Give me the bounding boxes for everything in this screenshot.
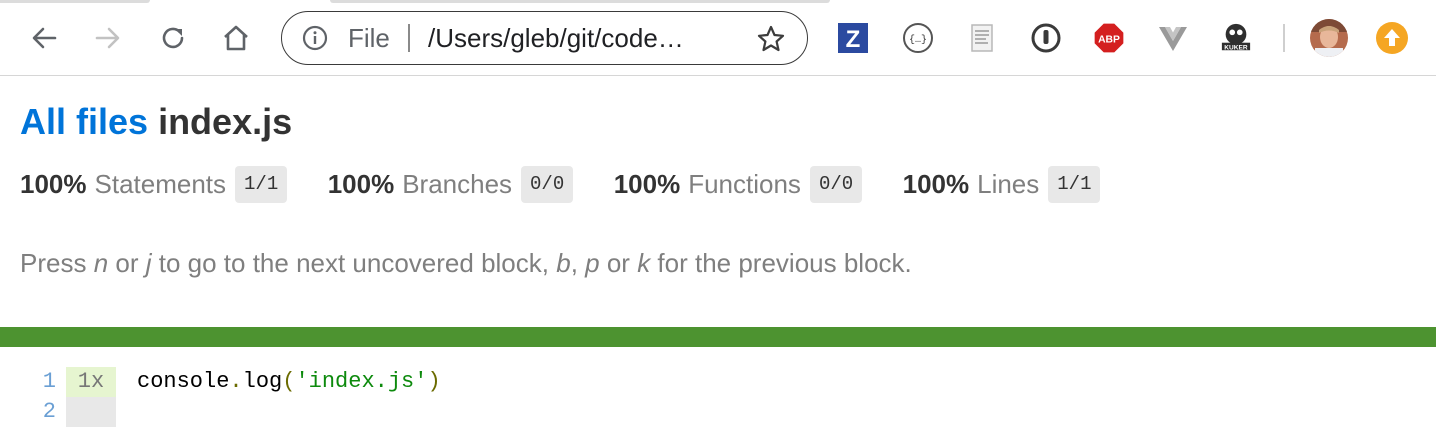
tab-strip-active [330, 0, 830, 3]
line-number[interactable]: 2 [26, 397, 56, 427]
reload-icon [162, 27, 184, 49]
branches-stat: 100% Branches 0/0 [328, 166, 574, 203]
info-icon[interactable] [302, 25, 328, 51]
home-icon [224, 25, 248, 51]
password-manager-icon [1031, 23, 1061, 53]
code-line: 2 [0, 397, 1436, 427]
functions-stat: 100% Functions 0/0 [613, 166, 863, 203]
kuker-extension-button[interactable]: KUKER [1220, 22, 1252, 54]
svg-text:Z: Z [846, 26, 861, 53]
kuker-icon: KUKER [1221, 23, 1251, 51]
stat-label: Branches [402, 169, 513, 199]
forward-button[interactable] [90, 20, 126, 56]
line-number[interactable]: 1 [26, 367, 56, 397]
key-p: p [585, 248, 600, 278]
vue-devtools-icon [1159, 27, 1187, 51]
file-name: index.js [158, 101, 293, 142]
statements-stat: 100% Statements 1/1 [20, 166, 288, 203]
svg-text:KUKER: KUKER [1224, 44, 1248, 51]
svg-text:{…}: {…} [909, 34, 927, 46]
stat-label: Functions [688, 169, 801, 199]
json-viewer-extension-button[interactable]: {…} [902, 22, 934, 54]
key-n: n [93, 248, 109, 278]
reload-button[interactable] [155, 20, 191, 56]
profile-avatar [1310, 19, 1348, 57]
svg-text:ABP: ABP [1098, 35, 1120, 46]
coverage-status-bar [0, 327, 1436, 347]
stat-percent: 100% [613, 169, 681, 199]
stat-fraction: 1/1 [235, 166, 288, 203]
code-listing: 1 1x console.log('index.js') 2 [0, 367, 1436, 427]
document-extension-button[interactable] [966, 22, 998, 54]
stat-label: Statements [94, 169, 227, 199]
back-button[interactable] [26, 20, 62, 56]
address-divider [408, 24, 410, 52]
json-viewer-icon: {…} [903, 23, 933, 53]
source-code: console.log('index.js') [137, 369, 441, 394]
hit-count [66, 397, 116, 427]
stat-fraction: 0/0 [521, 166, 574, 203]
back-arrow-icon [32, 27, 57, 49]
page-title: All files index.js [20, 100, 292, 144]
profile-button[interactable] [1309, 18, 1349, 58]
hit-count: 1x [66, 367, 116, 397]
address-url[interactable]: /Users/gleb/git/code… [428, 25, 684, 51]
update-button[interactable] [1374, 20, 1410, 56]
vue-devtools-extension-button[interactable] [1157, 22, 1189, 54]
zotero-extension-button[interactable]: Z [837, 22, 869, 54]
adblock-plus-extension-button[interactable]: ABP [1093, 22, 1125, 54]
adblock-plus-icon: ABP [1093, 22, 1125, 54]
document-extension-icon [971, 24, 993, 52]
stat-fraction: 0/0 [809, 166, 863, 203]
stat-label: Lines [977, 169, 1040, 199]
bookmark-star-icon[interactable] [756, 24, 786, 54]
home-button[interactable] [218, 20, 254, 56]
code-line: 1 1x console.log('index.js') [0, 367, 1436, 397]
address-scheme: File [348, 23, 390, 53]
stat-percent: 100% [20, 169, 87, 199]
key-k: k [637, 248, 651, 278]
forward-arrow-icon [95, 27, 120, 49]
zotero-icon: Z [838, 23, 868, 53]
stat-fraction: 1/1 [1048, 166, 1101, 203]
tab-strip-edge [0, 0, 150, 3]
update-icon [1376, 22, 1408, 54]
key-b: b [556, 248, 571, 278]
browser-toolbar: File /Users/gleb/git/code… Z {…} ABP KUK… [0, 0, 1436, 76]
all-files-link[interactable]: All files [20, 101, 148, 142]
stat-percent: 100% [902, 169, 970, 199]
stat-percent: 100% [327, 169, 395, 199]
address-bar[interactable]: File /Users/gleb/git/code… [281, 11, 808, 65]
password-manager-extension-button[interactable] [1030, 22, 1062, 54]
coverage-summary: 100% Statements 1/1 100% Branches 0/0 10… [20, 166, 1136, 206]
lines-stat: 100% Lines 1/1 [903, 166, 1101, 203]
toolbar-divider [1283, 24, 1285, 52]
keyboard-hint: Press n or j to go to the next uncovered… [20, 248, 912, 278]
